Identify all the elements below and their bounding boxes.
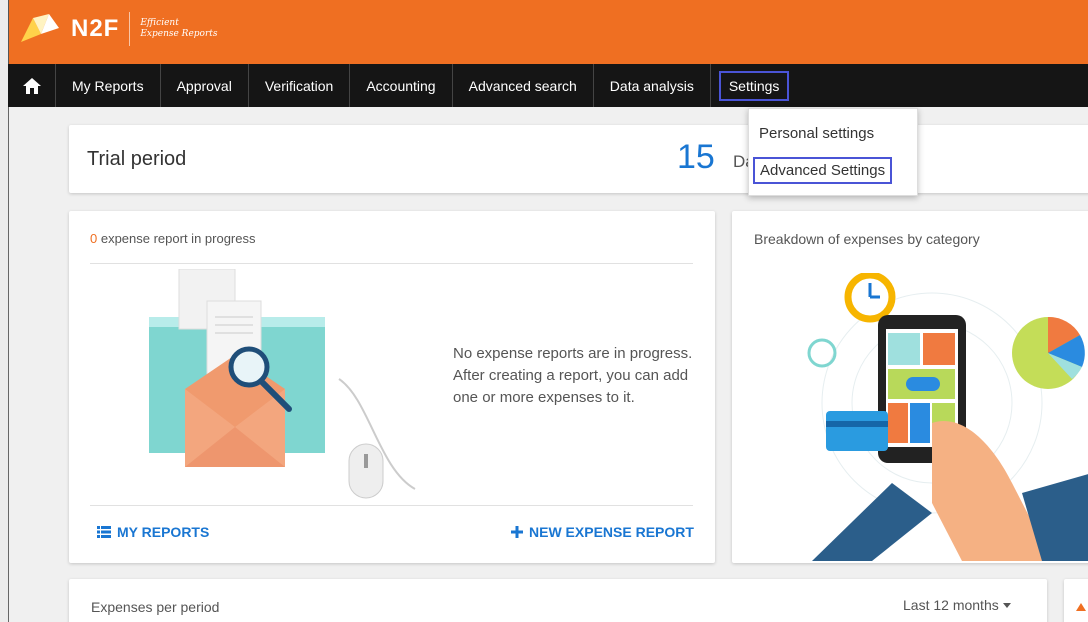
main-nav: My Reports Approval Verification Account…	[8, 64, 1088, 107]
trial-days-count: 15	[677, 138, 715, 176]
nav-verification[interactable]: Verification	[249, 64, 351, 107]
n2f-logo[interactable]: N2F Efficient Expense Reports	[19, 12, 218, 46]
nav-settings[interactable]: Settings	[711, 64, 806, 107]
tagline-line-1: Efficient	[140, 18, 179, 28]
home-icon	[22, 77, 41, 94]
nav-my-reports[interactable]: My Reports	[56, 64, 161, 107]
logo-tagline: Efficient Expense Reports	[140, 18, 217, 40]
nav-data-analysis[interactable]: Data analysis	[594, 64, 711, 107]
breakdown-title: Breakdown of expenses by category	[754, 231, 980, 247]
reports-divider-top	[90, 263, 693, 264]
empty-message-line-2: After creating a report, you can add one…	[453, 367, 689, 406]
menu-item-advanced-settings[interactable]: Advanced Settings	[753, 157, 893, 184]
menu-item-personal-settings[interactable]: Personal settings	[759, 125, 874, 142]
my-reports-label: MY REPORTS	[117, 524, 210, 540]
period-range-label: Last 12 months	[903, 597, 999, 613]
period-title: Expenses per period	[91, 599, 220, 615]
breakdown-illustration	[807, 273, 1088, 561]
secondary-card	[1064, 579, 1088, 622]
partial-chart-icon	[1076, 603, 1086, 611]
list-icon	[97, 526, 111, 538]
trial-card: Trial period 15 Da	[69, 125, 1088, 193]
empty-reports-illustration	[149, 269, 416, 499]
trial-title: Trial period	[87, 148, 187, 170]
app-header: N2F Efficient Expense Reports	[8, 0, 1088, 64]
new-expense-report-label: NEW EXPENSE REPORT	[529, 524, 694, 540]
plus-icon	[511, 526, 523, 538]
n2f-logo-mark-icon	[19, 12, 67, 46]
expenses-per-period-card: Expenses per period Last 12 months	[69, 579, 1047, 622]
logo-text: N2F	[71, 15, 120, 42]
reports-count-heading: 0 expense report in progress	[90, 231, 256, 246]
logo-divider	[129, 12, 131, 46]
nav-settings-label: Settings	[718, 70, 790, 101]
caret-down-icon	[1002, 602, 1011, 608]
nav-approval[interactable]: Approval	[161, 64, 249, 107]
reports-count-label: expense report in progress	[97, 231, 256, 246]
nav-home[interactable]	[8, 64, 56, 107]
settings-dropdown-menu: Personal settings Advanced Settings	[748, 108, 918, 196]
nav-advanced-search[interactable]: Advanced search	[453, 64, 594, 107]
dashboard: Trial period 15 Da 0 expense report in p…	[8, 107, 1088, 622]
reports-divider-bottom	[90, 505, 693, 506]
empty-reports-message: No expense reports are in progress. Afte…	[453, 343, 693, 409]
nav-accounting[interactable]: Accounting	[350, 64, 453, 107]
tagline-line-2: Expense Reports	[140, 29, 218, 39]
category-breakdown-card: Breakdown of expenses by category	[732, 211, 1088, 563]
period-range-dropdown[interactable]: Last 12 months	[903, 597, 1011, 613]
reports-in-progress-card: 0 expense report in progress No expense …	[69, 211, 715, 563]
my-reports-button[interactable]: MY REPORTS	[97, 524, 209, 540]
new-expense-report-button[interactable]: NEW EXPENSE REPORT	[511, 524, 694, 540]
empty-message-line-1: No expense reports are in progress.	[453, 345, 693, 362]
